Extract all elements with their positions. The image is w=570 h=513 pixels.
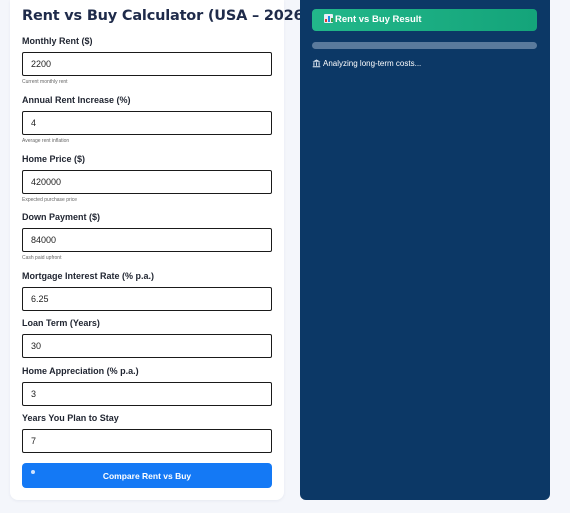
field-hint: Current monthly rent: [22, 79, 68, 85]
compare-button-label: Compare Rent vs Buy: [102, 470, 192, 481]
field-home-appreciation: Home Appreciation (% p.a.): [22, 366, 272, 406]
status-text: Analyzing long-term costs...: [323, 59, 422, 68]
bar-chart-icon: [324, 14, 333, 23]
field-label: Years You Plan to Stay: [22, 413, 119, 423]
field-interest-rate: Mortgage Interest Rate (% p.a.): [22, 271, 272, 311]
field-label: Mortgage Interest Rate (% p.a.): [22, 271, 155, 281]
home-appreciation-input[interactable]: [22, 382, 272, 406]
field-loan-term: Loan Term (Years): [22, 318, 272, 358]
result-panel: Rent vs Buy Result Analyzing long-term c…: [300, 0, 550, 500]
monthly-rent-input[interactable]: [22, 52, 272, 76]
down-payment-input[interactable]: [22, 228, 272, 252]
calculator-card: Rent vs Buy Calculator (USA – 2026) Mont…: [10, 0, 310, 500]
rent-increase-input[interactable]: [22, 111, 272, 135]
years-stay-input[interactable]: [22, 429, 272, 453]
page-title: Rent vs Buy Calculator (USA – 2026): [22, 8, 310, 24]
field-monthly-rent: Monthly Rent ($) Current monthly rent: [22, 36, 272, 85]
field-hint: Expected purchase price: [22, 197, 78, 203]
field-label: Home Appreciation (% p.a.): [22, 366, 139, 376]
field-rent-increase: Annual Rent Increase (%) Average rent in…: [22, 95, 272, 144]
status-line: Analyzing long-term costs...: [312, 59, 421, 68]
field-label: Annual Rent Increase (%): [22, 95, 131, 105]
field-down-payment: Down Payment ($) Cash paid upfront: [22, 212, 272, 261]
result-header-label: Rent vs Buy Result: [335, 14, 422, 25]
bank-icon: [312, 59, 321, 68]
loan-term-input[interactable]: [22, 334, 272, 358]
button-dot-icon: [31, 470, 35, 474]
field-label: Down Payment ($): [22, 212, 101, 222]
progress-bar: [312, 42, 537, 49]
result-header: Rent vs Buy Result: [312, 9, 537, 31]
field-label: Monthly Rent ($): [22, 36, 93, 46]
field-home-price: Home Price ($) Expected purchase price: [22, 154, 272, 203]
interest-rate-input[interactable]: [22, 287, 272, 311]
compare-button[interactable]: Compare Rent vs Buy: [22, 463, 272, 488]
field-label: Loan Term (Years): [22, 318, 100, 328]
home-price-input[interactable]: [22, 170, 272, 194]
field-years-stay: Years You Plan to Stay: [22, 413, 272, 453]
field-hint: Average rent inflation: [22, 138, 70, 144]
field-hint: Cash paid upfront: [22, 255, 62, 261]
field-label: Home Price ($): [22, 154, 86, 164]
